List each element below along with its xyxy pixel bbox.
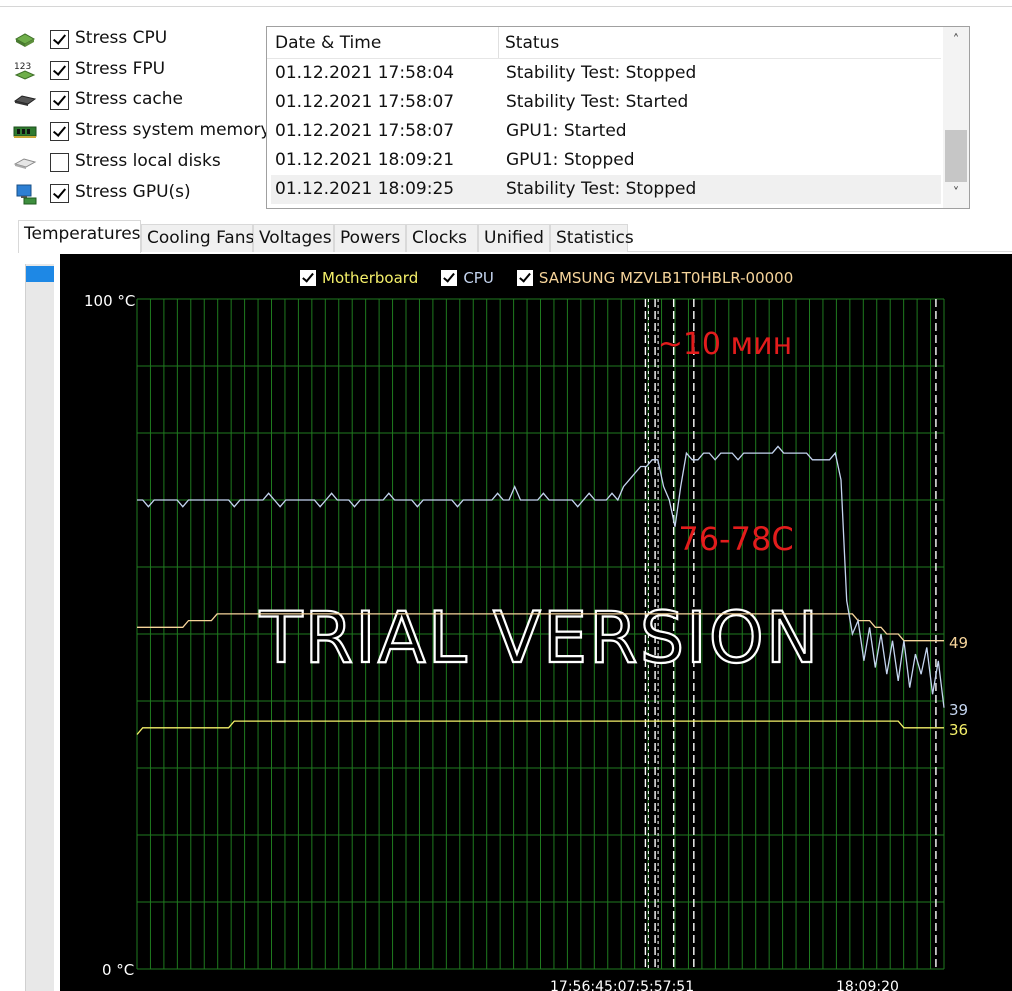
stress-memory-label: Stress system memory	[75, 120, 271, 140]
legend-checkbox[interactable]	[300, 270, 316, 286]
chart-vertical-scrollbar[interactable]	[25, 264, 54, 991]
y-axis-max-label: 100 °C	[84, 292, 136, 310]
fpu-123-icon: 123	[12, 61, 38, 81]
cpu-chip-icon	[12, 30, 38, 50]
log-scrollbar[interactable]: ˄ ˅	[943, 27, 969, 208]
stress-memory-checkbox[interactable]	[50, 122, 69, 141]
legend-checkbox[interactable]	[441, 270, 458, 286]
y-axis-min-label: 0 °C	[102, 961, 135, 979]
stress-fpu-option[interactable]: 123 Stress FPU	[10, 58, 260, 84]
legend-label: CPU	[463, 269, 494, 287]
legend-item-samsung[interactable]: SAMSUNG MZVLB1T0HBLR-00000	[516, 269, 794, 287]
stress-cache-option[interactable]: Stress cache	[10, 88, 260, 114]
stability-test-log[interactable]: Date & Time Status 01.12.2021 17:58:04 S…	[266, 26, 970, 209]
column-header-status[interactable]: Status	[505, 33, 559, 53]
temperature-chart-canvas: TRIAL VERSION ~10 мин 76-78C 17:56:45:07:5:…	[136, 298, 945, 991]
stress-fpu-label: Stress FPU	[75, 59, 166, 79]
stress-cpu-checkbox[interactable]	[50, 30, 69, 49]
scroll-up-icon[interactable]: ˄	[943, 29, 969, 53]
log-row-time: 01.12.2021 17:58:04	[275, 63, 455, 83]
log-row-status: Stability Test: Stopped	[506, 63, 697, 83]
scroll-down-icon[interactable]: ˅	[943, 182, 969, 206]
tab-powers[interactable]: Powers	[334, 224, 406, 252]
legend-checkbox[interactable]	[516, 270, 533, 286]
log-row-time: 01.12.2021 18:09:21	[275, 150, 455, 170]
log-row-status: GPU1: Started	[506, 121, 627, 141]
log-row-time: 01.12.2021 18:09:25	[275, 179, 455, 199]
x-tick-label: 17:56:45:07:5:57:51	[550, 979, 694, 991]
tab-unified[interactable]: Unified	[478, 224, 550, 252]
log-header: Date & Time Status	[267, 27, 941, 59]
x-tick-label: 18:09:20	[836, 979, 899, 991]
stress-gpu-checkbox[interactable]	[50, 184, 69, 203]
samsung-current-value: 49	[949, 634, 969, 652]
stress-cpu-label: Stress CPU	[75, 28, 168, 48]
stress-disks-checkbox[interactable]	[50, 153, 69, 172]
tab-voltages[interactable]: Voltages	[253, 224, 334, 252]
log-row[interactable]: 01.12.2021 17:58:07 GPU1: Started	[271, 117, 941, 146]
log-row[interactable]: 01.12.2021 17:58:04 Stability Test: Stop…	[271, 59, 941, 88]
log-row-status: GPU1: Stopped	[506, 150, 635, 170]
motherboard-current-value: 36	[949, 721, 969, 739]
svg-text:123: 123	[14, 62, 31, 72]
log-row-time: 01.12.2021 17:58:07	[275, 121, 455, 141]
legend-label: Motherboard	[322, 269, 419, 287]
stress-gpu-label: Stress GPU(s)	[75, 182, 191, 202]
legend-item-cpu[interactable]: CPU	[441, 269, 494, 287]
stress-cache-checkbox[interactable]	[50, 91, 69, 110]
temperature-chart: TRIAL VERSION ~10 мин 76-78C 17:56:45:07:5:…	[60, 254, 1012, 991]
disk-drive-icon	[12, 153, 38, 173]
legend-item-motherboard[interactable]: Motherboard	[300, 269, 418, 287]
legend-label: SAMSUNG MZVLB1T0HBLR-00000	[538, 269, 794, 287]
stress-fpu-checkbox[interactable]	[50, 61, 69, 80]
log-row-status: Stability Test: Started	[506, 92, 689, 112]
log-row-status: Stability Test: Stopped	[506, 179, 697, 199]
stress-cpu-option[interactable]: Stress CPU	[10, 27, 260, 53]
log-row[interactable]: 01.12.2021 17:58:07 Stability Test: Star…	[271, 88, 941, 117]
chart-scrollbar-thumb[interactable]	[26, 266, 54, 282]
log-row[interactable]: 01.12.2021 18:09:21 GPU1: Stopped	[271, 146, 941, 175]
trial-version-watermark: TRIAL VERSION	[259, 597, 820, 679]
log-row-selected[interactable]: 01.12.2021 18:09:25 Stability Test: Stop…	[271, 175, 941, 204]
column-separator[interactable]	[498, 27, 499, 58]
cache-chip-icon	[12, 91, 38, 111]
memory-module-icon	[12, 122, 38, 142]
tab-clocks[interactable]: Clocks	[406, 224, 478, 252]
stress-memory-option[interactable]: Stress system memory	[10, 119, 271, 145]
stress-cache-label: Stress cache	[75, 89, 183, 109]
stress-gpu-option[interactable]: Stress GPU(s)	[10, 181, 260, 207]
window-top-edge	[0, 0, 1012, 7]
tab-cooling-fans[interactable]: Cooling Fans	[141, 224, 254, 252]
annotation-text: ~10 мин	[658, 327, 793, 362]
monitor-gpu-icon	[12, 184, 38, 205]
annotation-text: 76-78C	[678, 520, 793, 558]
tab-statistics[interactable]: Statistics	[550, 224, 634, 252]
log-row-time: 01.12.2021 17:58:07	[275, 92, 455, 112]
scrollbar-thumb[interactable]	[945, 130, 967, 182]
stress-disks-option[interactable]: Stress local disks	[10, 150, 260, 176]
cpu-current-value: 39	[949, 701, 969, 719]
chart-legend: Motherboard CPU SAMSUNG MZVLB1T0HBLR-000…	[300, 268, 811, 290]
column-header-datetime[interactable]: Date & Time	[275, 33, 381, 53]
tab-temperatures[interactable]: Temperatures	[18, 220, 141, 253]
stress-disks-label: Stress local disks	[75, 151, 221, 171]
